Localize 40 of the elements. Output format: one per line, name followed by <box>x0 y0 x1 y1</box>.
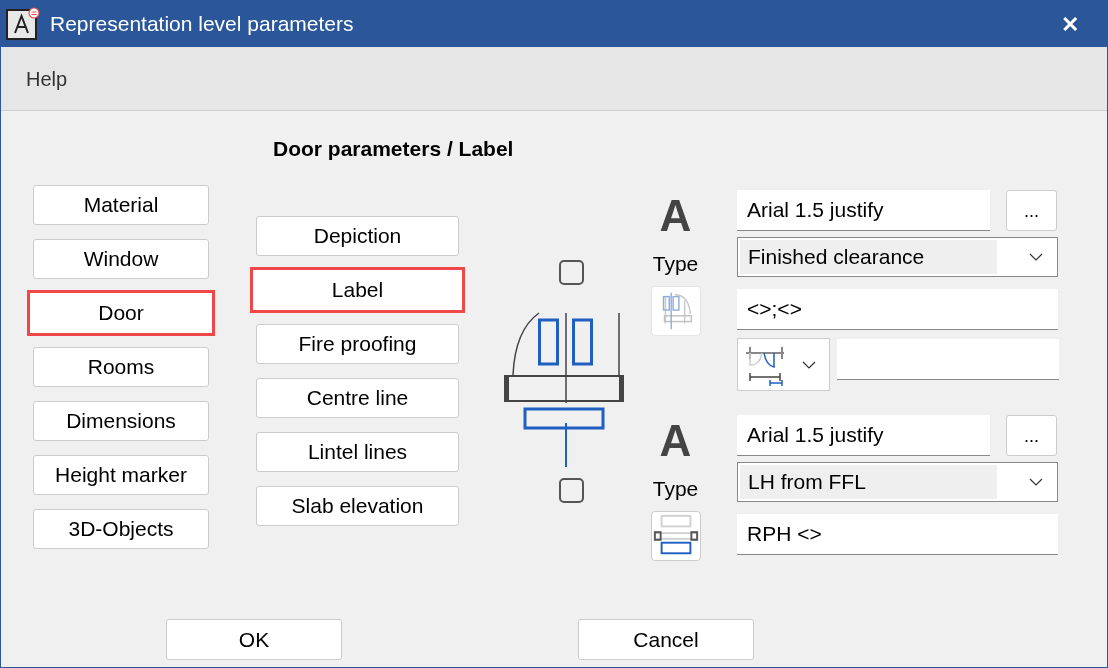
window-title: Representation level parameters <box>50 11 354 38</box>
chevron-down-icon <box>1029 477 1043 487</box>
checkbox[interactable] <box>559 478 584 503</box>
checkbox[interactable] <box>559 260 584 285</box>
category-button[interactable]: Label <box>250 267 465 313</box>
font-field[interactable]: Arial 1.5 justify <box>737 415 990 456</box>
label-text-field[interactable]: RPH <> <box>737 514 1058 555</box>
category-button[interactable]: Lintel lines <box>256 432 459 472</box>
type-label: Type <box>652 476 699 502</box>
font-glyph: A <box>659 194 692 238</box>
category-button[interactable]: Depiction <box>256 216 459 256</box>
type-dropdown[interactable]: LH from FFL <box>737 462 1058 502</box>
category-button[interactable]: Dimensions <box>33 401 209 441</box>
font-field[interactable]: Arial 1.5 justify <box>737 190 990 231</box>
category-button[interactable]: Centre line <box>256 378 459 418</box>
category-button[interactable]: Window <box>33 239 209 279</box>
label-text-field[interactable]: <>;<> <box>737 289 1058 330</box>
ok-button[interactable]: OK <box>166 619 342 660</box>
app-icon <box>6 7 40 41</box>
category-button[interactable]: Fire proofing <box>256 324 459 364</box>
section-heading: Door parameters / Label <box>272 136 515 158</box>
type-label: Type <box>652 251 699 277</box>
input-field[interactable] <box>837 339 1059 380</box>
browse-button[interactable]: ... <box>1006 415 1057 456</box>
category-button[interactable]: Rooms <box>33 347 209 387</box>
cancel-button[interactable]: Cancel <box>578 619 754 660</box>
chevron-down-icon <box>1029 252 1043 262</box>
type-dropdown[interactable]: Finished clearance <box>737 237 1058 277</box>
category-button[interactable]: Material <box>33 185 209 225</box>
lintel-type-icon[interactable] <box>650 510 701 561</box>
font-glyph: A <box>659 419 692 463</box>
category-button[interactable]: 3D-Objects <box>33 509 209 549</box>
browse-button[interactable]: ... <box>1006 190 1057 231</box>
category-button[interactable]: Height marker <box>33 455 209 495</box>
category-button[interactable]: Door <box>27 290 215 336</box>
menu-item[interactable]: Help <box>26 63 68 94</box>
close-button[interactable]: ✕ <box>1061 7 1079 41</box>
category-button[interactable]: Slab elevation <box>256 486 459 526</box>
chevron-down-icon <box>802 359 816 370</box>
dimension-dropdown[interactable] <box>737 338 830 391</box>
